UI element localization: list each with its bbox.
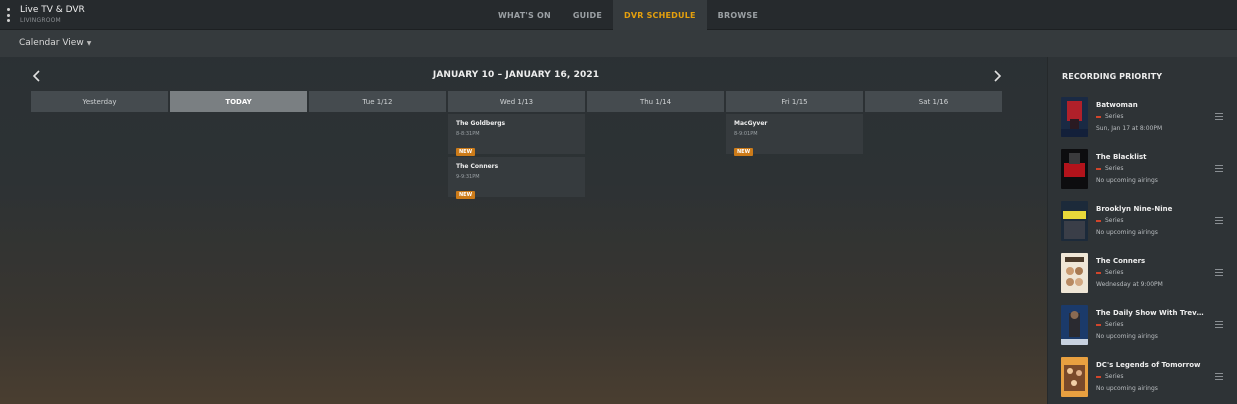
record-icon <box>1096 167 1101 170</box>
show-type: Series <box>1096 373 1123 380</box>
poster-image <box>1061 149 1088 189</box>
type-label: Series <box>1105 373 1124 380</box>
show-type: Series <box>1096 269 1123 276</box>
new-badge: NEW <box>456 148 476 156</box>
recording-time: 8-8:31PM <box>456 131 480 137</box>
day-sat: Sat 1/16 <box>865 91 1002 112</box>
priority-item[interactable]: Batwoman Series Sun, Jan 17 at 8:00PM <box>1061 97 1233 143</box>
recording-title: The Goldbergs <box>456 120 506 127</box>
tab-whats-on[interactable]: WHAT'S ON <box>487 0 562 30</box>
recording-time: 9-9:31PM <box>456 174 480 180</box>
week-range: JANUARY 10 – JANUARY 16, 2021 <box>432 70 600 80</box>
server-name: LIVINGROOM <box>20 17 61 24</box>
recording-card[interactable]: The Conners 9-9:31PM NEW <box>448 157 585 199</box>
poster-image <box>1061 253 1088 293</box>
tab-browse[interactable]: BROWSE <box>707 0 769 30</box>
recording-title: The Conners <box>456 163 499 170</box>
record-icon <box>1096 375 1101 378</box>
chevron-right-icon <box>993 70 1001 82</box>
recording-card[interactable]: The Goldbergs 8-8:31PM NEW <box>448 114 585 156</box>
caret-down-icon: ▼ <box>86 39 92 47</box>
record-icon <box>1096 219 1101 222</box>
new-badge: NEW <box>456 191 476 199</box>
show-type: Series <box>1096 217 1123 224</box>
show-name: The Daily Show With Trevor N... <box>1096 309 1206 317</box>
show-type: Series <box>1096 113 1123 120</box>
day-header-row: Yesterday TODAY Tue 1/12 Wed 1/13 Thu 1/… <box>31 91 1002 112</box>
panel-title: RECORDING PRIORITY <box>1062 72 1163 81</box>
show-name: Brooklyn Nine-Nine <box>1096 205 1173 213</box>
show-name: The Blacklist <box>1096 153 1147 161</box>
poster-image <box>1061 357 1088 397</box>
type-label: Series <box>1105 113 1124 120</box>
priority-item[interactable]: The Blacklist Series No upcoming airings <box>1061 149 1233 195</box>
record-icon <box>1096 323 1101 326</box>
new-badge: NEW <box>734 148 754 156</box>
next-airing: Sun, Jan 17 at 8:00PM <box>1096 125 1163 132</box>
day-tue: Tue 1/12 <box>309 91 446 112</box>
fri-column: MacGyver 8-9:01PM NEW <box>726 114 863 157</box>
more-menu-icon[interactable] <box>5 8 11 22</box>
drag-handle-icon[interactable] <box>1215 217 1223 224</box>
previous-week-button[interactable] <box>30 68 42 84</box>
next-airing: No upcoming airings <box>1096 177 1158 184</box>
view-dropdown[interactable]: Calendar View ▼ <box>19 38 91 48</box>
wed-column: The Goldbergs 8-8:31PM NEW The Conners 9… <box>448 114 585 200</box>
recording-priority-panel: RECORDING PRIORITY Batwoman Series Sun, … <box>1047 57 1237 404</box>
day-thu: Thu 1/14 <box>587 91 724 112</box>
poster-image <box>1061 97 1088 137</box>
show-name: The Conners <box>1096 257 1146 265</box>
top-bar: Live TV & DVR LIVINGROOM WHAT'S ON GUIDE… <box>0 0 1237 30</box>
priority-item[interactable]: The Conners Series Wednesday at 9:00PM <box>1061 253 1233 299</box>
app-title: Live TV & DVR <box>20 5 85 15</box>
drag-handle-icon[interactable] <box>1215 113 1223 120</box>
next-airing: No upcoming airings <box>1096 229 1158 236</box>
day-fri: Fri 1/15 <box>726 91 863 112</box>
show-type: Series <box>1096 321 1123 328</box>
type-label: Series <box>1105 269 1124 276</box>
next-airing: Wednesday at 9:00PM <box>1096 281 1163 288</box>
show-name: Batwoman <box>1096 101 1138 109</box>
tab-dvr-schedule[interactable]: DVR SCHEDULE <box>613 0 707 30</box>
main-nav: WHAT'S ON GUIDE DVR SCHEDULE BROWSE <box>487 0 769 30</box>
drag-handle-icon[interactable] <box>1215 269 1223 276</box>
next-airing: No upcoming airings <box>1096 333 1158 340</box>
day-yesterday: Yesterday <box>31 91 168 112</box>
priority-item[interactable]: DC's Legends of Tomorrow Series No upcom… <box>1061 357 1233 403</box>
sub-header: Calendar View ▼ <box>0 30 1237 57</box>
next-week-button[interactable] <box>991 68 1003 84</box>
record-icon <box>1096 115 1101 118</box>
type-label: Series <box>1105 217 1124 224</box>
priority-item[interactable]: Brooklyn Nine-Nine Series No upcoming ai… <box>1061 201 1233 247</box>
recording-title: MacGyver <box>734 120 768 127</box>
show-type: Series <box>1096 165 1123 172</box>
day-wed: Wed 1/13 <box>448 91 585 112</box>
day-today: TODAY <box>170 91 307 112</box>
type-label: Series <box>1105 321 1124 328</box>
drag-handle-icon[interactable] <box>1215 321 1223 328</box>
type-label: Series <box>1105 165 1124 172</box>
chevron-left-icon <box>32 70 40 82</box>
next-airing: No upcoming airings <box>1096 385 1158 392</box>
show-name: DC's Legends of Tomorrow <box>1096 361 1201 369</box>
drag-handle-icon[interactable] <box>1215 373 1223 380</box>
view-dropdown-label: Calendar View <box>19 38 84 48</box>
tab-guide[interactable]: GUIDE <box>562 0 613 30</box>
recording-time: 8-9:01PM <box>734 131 758 137</box>
poster-image <box>1061 201 1088 241</box>
recording-card[interactable]: MacGyver 8-9:01PM NEW <box>726 114 863 156</box>
drag-handle-icon[interactable] <box>1215 165 1223 172</box>
record-icon <box>1096 271 1101 274</box>
poster-image <box>1061 305 1088 345</box>
priority-item[interactable]: The Daily Show With Trevor N... Series N… <box>1061 305 1233 351</box>
